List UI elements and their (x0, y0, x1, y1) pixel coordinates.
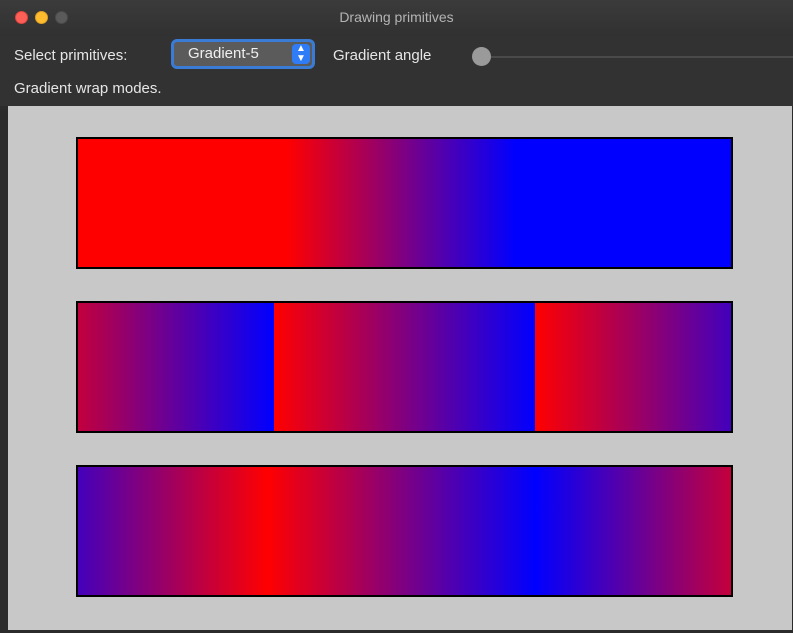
toolbar: Select primitives: Gradient-5 ▲ ▼ Gradien… (0, 36, 793, 106)
gradient-angle-label: Gradient angle (333, 47, 432, 64)
app-window: Drawing primitives Select primitives: Gr… (0, 0, 793, 633)
gradient-angle-slider-track[interactable] (480, 56, 793, 58)
chevron-up-down-icon: ▲ ▼ (292, 44, 310, 64)
title-bar: Drawing primitives (0, 0, 793, 37)
gradient-bar-repeat (76, 301, 733, 433)
gradient-angle-slider-knob[interactable] (472, 47, 491, 66)
primitives-select[interactable]: Gradient-5 ▲ ▼ (171, 39, 315, 69)
gradient-bar-pad (76, 137, 733, 269)
select-primitives-label: Select primitives: (14, 47, 128, 64)
gradient-bar-reflect (76, 465, 733, 597)
primitives-select-value: Gradient-5 (188, 45, 259, 62)
drawing-canvas (8, 106, 792, 630)
description-text: Gradient wrap modes. (14, 80, 162, 97)
window-title: Drawing primitives (339, 9, 454, 25)
